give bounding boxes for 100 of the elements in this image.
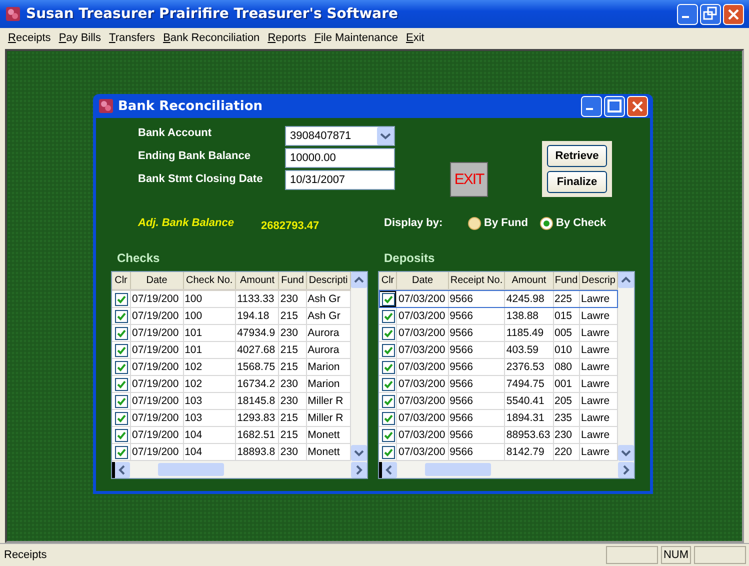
scroll-up-icon[interactable] xyxy=(351,272,367,288)
checkbox[interactable] xyxy=(382,428,395,442)
checkbox[interactable] xyxy=(115,446,128,458)
scrollbar-thumb[interactable] xyxy=(158,463,224,476)
table-cell: 07/03/200 xyxy=(396,358,448,376)
column-header[interactable]: Amount xyxy=(504,272,553,290)
dropdown-field[interactable]: 3908407871 xyxy=(285,126,395,146)
app-icon xyxy=(5,6,21,22)
checkbox[interactable] xyxy=(382,378,395,390)
table-cell: 102 xyxy=(183,358,236,376)
table-cell: 1293.83 xyxy=(236,410,279,426)
action-button[interactable]: Finalize xyxy=(547,171,607,193)
checkbox[interactable] xyxy=(382,394,395,408)
checkbox[interactable] xyxy=(382,412,395,424)
checkbox[interactable] xyxy=(115,394,128,408)
column-header[interactable]: Date xyxy=(396,272,448,290)
section-title: Checks xyxy=(116,251,161,267)
table-cell: 07/03/200 xyxy=(396,290,448,308)
status-panel xyxy=(606,546,658,564)
maximize-icon[interactable] xyxy=(604,96,625,116)
menu-item[interactable]: File Maintenance xyxy=(310,32,402,44)
table-cell: 104 xyxy=(183,426,236,444)
table-cell: 215 xyxy=(278,426,306,444)
checkbox[interactable] xyxy=(115,344,128,356)
table-cell: 1894.31 xyxy=(504,410,553,426)
table-cell: 205 xyxy=(553,392,580,410)
table-cell: 225 xyxy=(553,290,580,308)
menu-item[interactable]: Pay Bills xyxy=(54,32,105,44)
table-cell: 07/03/200 xyxy=(396,392,448,410)
table-cell: 9566 xyxy=(448,358,505,376)
close-icon[interactable] xyxy=(723,4,744,24)
table-cell: 015 xyxy=(553,308,580,324)
column-header[interactable]: Descripti xyxy=(306,272,350,290)
checkbox[interactable] xyxy=(382,360,395,374)
display-by-label: Display by: xyxy=(384,217,444,229)
checkbox[interactable] xyxy=(115,428,128,442)
checkbox[interactable] xyxy=(115,292,128,306)
table-cell: 005 xyxy=(553,324,580,342)
menu-item[interactable]: Bank Reconciliation xyxy=(159,32,264,44)
column-header[interactable]: Date xyxy=(130,272,184,290)
menu-item[interactable]: Receipts xyxy=(4,32,55,44)
checkbox[interactable] xyxy=(115,412,128,424)
radio-label[interactable]: By Fund xyxy=(484,217,528,229)
table-cell: 101 xyxy=(183,324,236,342)
table-cell: 194.18 xyxy=(236,308,279,324)
checkbox[interactable] xyxy=(115,360,128,374)
table-cell: 215 xyxy=(278,308,306,324)
scroll-right-icon[interactable] xyxy=(618,462,634,478)
table-cell: 9566 xyxy=(448,324,505,342)
table-cell: 230 xyxy=(278,376,306,392)
status-panel xyxy=(694,546,746,564)
input-field[interactable]: 10/31/2007 xyxy=(285,170,395,190)
checkbox[interactable] xyxy=(382,310,395,322)
checkbox[interactable] xyxy=(115,326,128,340)
adj-balance-value: 2682793.47 xyxy=(261,219,320,232)
table-cell: 9566 xyxy=(448,392,505,410)
table-cell: 07/03/200 xyxy=(396,342,448,358)
checkbox[interactable] xyxy=(115,378,128,390)
scroll-left-icon[interactable] xyxy=(379,462,397,478)
scroll-down-icon[interactable] xyxy=(618,445,634,461)
table-cell: 010 xyxy=(553,342,580,358)
scroll-right-icon[interactable] xyxy=(351,462,367,478)
scroll-up-icon[interactable] xyxy=(618,272,634,288)
menu-item[interactable]: Reports xyxy=(264,32,310,44)
table-cell: 1682.51 xyxy=(236,426,279,444)
column-header[interactable]: Amount xyxy=(236,272,279,290)
column-header[interactable]: Clr xyxy=(379,272,397,290)
dialog-title: Bank Reconciliation xyxy=(118,98,264,114)
menu-item[interactable]: Transfers xyxy=(105,32,160,44)
checkbox[interactable] xyxy=(382,446,395,458)
column-header[interactable]: Receipt No. xyxy=(448,272,505,290)
minimize-icon[interactable] xyxy=(677,4,698,24)
table-cell: 100 xyxy=(183,308,236,324)
action-button[interactable]: Retrieve xyxy=(547,145,607,167)
table-cell: 07/19/200 xyxy=(130,426,184,444)
menu-item[interactable]: Exit xyxy=(402,32,428,44)
column-header[interactable]: Descrip xyxy=(580,272,618,290)
checkbox[interactable] xyxy=(382,344,395,356)
table-cell: 102 xyxy=(183,376,236,392)
checkbox[interactable] xyxy=(382,292,395,306)
table-cell: 101 xyxy=(183,342,236,358)
radio-label[interactable]: By Check xyxy=(556,217,606,229)
column-header[interactable]: Fund xyxy=(278,272,306,290)
minimize-icon[interactable] xyxy=(581,96,602,116)
column-header[interactable]: Fund xyxy=(553,272,580,290)
field-label: Bank Stmt Closing Date xyxy=(138,172,264,187)
column-header[interactable]: Check No. xyxy=(183,272,236,290)
close-icon[interactable] xyxy=(627,96,648,116)
column-header[interactable]: Clr xyxy=(112,272,130,290)
checkbox[interactable] xyxy=(115,310,128,322)
radio-button[interactable] xyxy=(468,216,481,230)
restore-icon[interactable] xyxy=(700,4,721,24)
scroll-down-icon[interactable] xyxy=(351,445,367,461)
checkbox[interactable] xyxy=(382,326,395,340)
radio-button[interactable] xyxy=(540,216,553,230)
scroll-left-icon[interactable] xyxy=(112,462,130,478)
table-cell: 001 xyxy=(553,376,580,392)
input-field[interactable]: 10000.00 xyxy=(285,148,395,168)
table-cell: 403.59 xyxy=(504,342,553,358)
scrollbar-thumb[interactable] xyxy=(424,463,490,476)
